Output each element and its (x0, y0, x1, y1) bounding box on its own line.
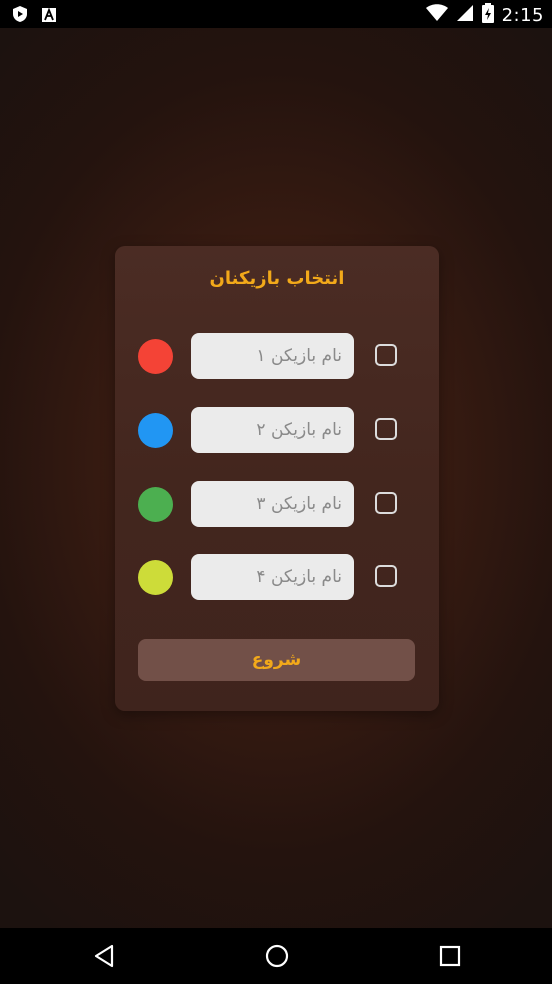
navigation-bar (0, 928, 552, 984)
player-selection-dialog: انتخاب بازیکنان شروع (115, 246, 439, 711)
player-checkbox-3[interactable] (375, 492, 397, 514)
player-checkbox-1[interactable] (375, 344, 397, 366)
home-icon[interactable] (263, 942, 291, 970)
player-name-input-4[interactable] (191, 554, 354, 600)
player-color-dot-2[interactable] (138, 413, 173, 448)
status-bar: 2:15 (0, 0, 552, 28)
player-color-dot-1[interactable] (138, 339, 173, 374)
player-row-1 (115, 333, 439, 381)
font-app-icon (42, 7, 56, 26)
shield-app-icon (12, 5, 28, 27)
player-name-input-2[interactable] (191, 407, 354, 453)
back-icon[interactable] (90, 942, 118, 970)
player-name-input-3[interactable] (191, 481, 354, 527)
player-color-dot-3[interactable] (138, 487, 173, 522)
player-row-2 (115, 407, 439, 455)
player-checkbox-2[interactable] (375, 418, 397, 440)
wifi-icon (425, 4, 448, 26)
player-row-4 (115, 554, 439, 602)
player-name-input-1[interactable] (191, 333, 354, 379)
battery-icon (481, 3, 494, 27)
recents-icon[interactable] (436, 942, 464, 970)
player-color-dot-4[interactable] (138, 560, 173, 595)
signal-icon (456, 4, 474, 26)
status-time: 2:15 (501, 4, 544, 26)
start-button[interactable]: شروع (138, 639, 415, 681)
player-checkbox-4[interactable] (375, 565, 397, 587)
dialog-title: انتخاب بازیکنان (209, 268, 345, 289)
player-row-3 (115, 481, 439, 529)
